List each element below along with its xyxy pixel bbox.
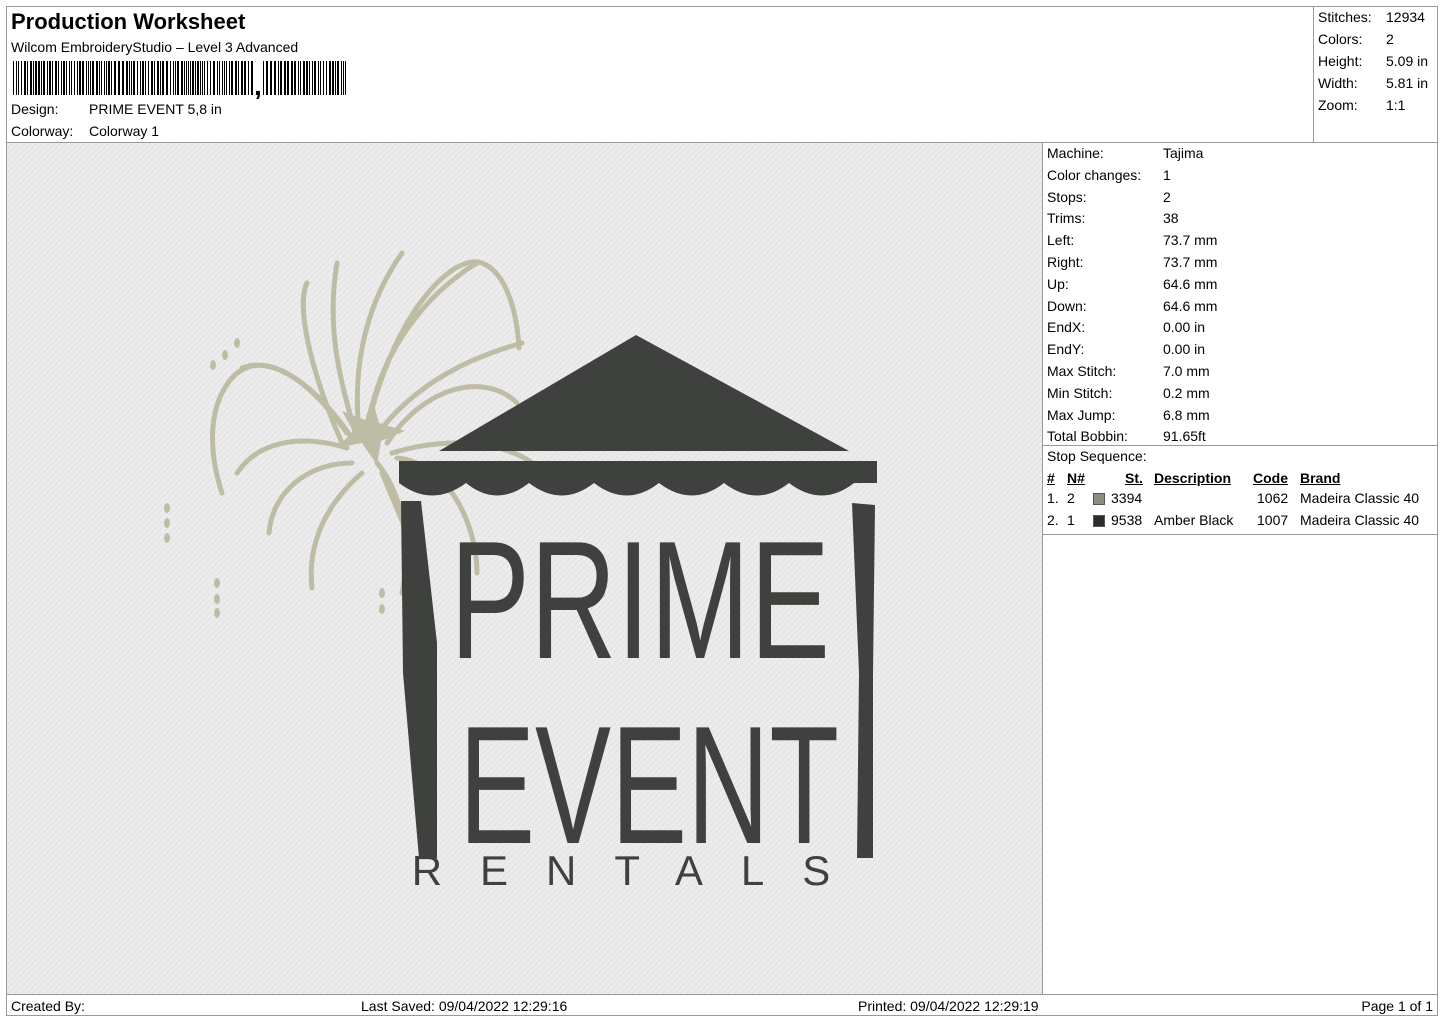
divider xyxy=(1043,534,1437,535)
needle-number: 1 xyxy=(1067,512,1075,528)
embroidery-design: PRIME EVENT RENTALS xyxy=(7,143,1042,994)
stat-label: Zoom: xyxy=(1318,97,1358,113)
thread-color-swatch xyxy=(1093,493,1105,505)
design-name: PRIME EVENT 5,8 in xyxy=(89,101,222,117)
design-preview: PRIME EVENT RENTALS xyxy=(7,143,1043,994)
info-label: Total Bobbin: xyxy=(1047,428,1128,445)
info-value: 2 xyxy=(1163,188,1171,205)
info-label: EndX: xyxy=(1047,319,1086,336)
info-value: 0.00 in xyxy=(1163,319,1206,336)
created-by: Created By: xyxy=(11,998,85,1014)
thread-color-swatch xyxy=(1093,515,1105,527)
column-header: Description xyxy=(1154,470,1232,486)
info-value: 7.0 mm xyxy=(1163,363,1210,379)
thread-description: Amber Black xyxy=(1154,512,1234,528)
row-number: 1. xyxy=(1047,490,1059,506)
column-header: Code xyxy=(1253,470,1288,486)
stats-panel: Stitches: 12934 Colors: 2 Height: 5.09 i… xyxy=(1314,7,1437,143)
colorway-label: Colorway: xyxy=(11,123,74,139)
stat-value: 1:1 xyxy=(1386,97,1406,113)
stop-sequence-title: Stop Sequence: xyxy=(1047,448,1147,464)
divider xyxy=(1043,445,1437,446)
info-label: Trims: xyxy=(1047,210,1086,227)
info-label: Color changes: xyxy=(1047,166,1142,183)
design-label: Design: xyxy=(11,101,59,117)
info-value: 0.00 in xyxy=(1163,341,1206,358)
stat-value: 5.81 in xyxy=(1386,75,1429,91)
stitch-count: 9538 xyxy=(1111,512,1143,528)
design-lettering: PRIME EVENT RENTALS xyxy=(412,506,869,894)
stat-value: 12934 xyxy=(1386,9,1425,25)
stitch-count: 3394 xyxy=(1111,490,1143,506)
column-header: N# xyxy=(1067,470,1085,486)
table-row: 2. 1 9538 Amber Black 1007 Madeira Class… xyxy=(1043,512,1437,532)
software-name: Wilcom EmbroideryStudio – Level 3 Advanc… xyxy=(11,39,299,55)
info-value: 64.6 mm xyxy=(1163,297,1218,314)
thread-code: 1062 xyxy=(1257,490,1289,506)
info-value: 38 xyxy=(1163,210,1179,227)
column-header: St. xyxy=(1125,470,1143,486)
info-label: Left: xyxy=(1047,232,1075,249)
info-label: Up: xyxy=(1047,275,1069,292)
stat-value: 2 xyxy=(1386,31,1394,47)
colorway-name: Colorway 1 xyxy=(89,123,160,139)
stat-label: Width: xyxy=(1318,75,1358,91)
info-value: Tajima xyxy=(1163,145,1204,161)
info-value: 73.7 mm xyxy=(1163,232,1218,249)
svg-text:,: , xyxy=(254,70,262,99)
barcode: , xyxy=(13,61,346,99)
thread-brand: Madeira Classic 40 xyxy=(1300,490,1420,506)
column-header: # xyxy=(1047,470,1055,486)
info-value: 1 xyxy=(1163,166,1171,183)
info-label: Machine: xyxy=(1047,145,1104,161)
printed-date: Printed: 09/04/2022 12:29:19 xyxy=(858,998,1039,1014)
table-row: 1. 2 3394 1062 Madeira Classic 40 xyxy=(1043,490,1437,510)
header-panel: Production Worksheet Wilcom EmbroiderySt… xyxy=(7,7,1314,143)
info-label: Right: xyxy=(1047,254,1084,270)
lettering-rentals: RENTALS xyxy=(412,847,869,894)
info-value: 73.7 mm xyxy=(1163,254,1218,270)
info-label: Max Stitch: xyxy=(1047,363,1117,379)
thread-code: 1007 xyxy=(1257,512,1289,528)
stat-value: 5.09 in xyxy=(1386,53,1429,69)
lettering-prime: PRIME xyxy=(450,506,830,694)
machine-info-panel: Machine: Tajima Color changes: 1 Stops: 2 Trim… xyxy=(1043,143,1437,994)
page-number: Page 1 of 1 xyxy=(1361,998,1433,1014)
info-value: 0.2 mm xyxy=(1163,384,1210,401)
worksheet-frame: Production Worksheet Wilcom EmbroiderySt… xyxy=(6,6,1438,1016)
stat-label: Stitches: xyxy=(1318,9,1372,25)
info-label: EndY: xyxy=(1047,341,1085,358)
stat-label: Height: xyxy=(1318,53,1363,69)
page-footer: Created By: Last Saved: 09/04/2022 12:29… xyxy=(7,994,1437,1016)
page-title: Production Worksheet xyxy=(11,9,246,34)
info-label: Down: xyxy=(1047,297,1087,314)
stat-label: Colors: xyxy=(1318,31,1363,47)
info-label: Min Stitch: xyxy=(1047,384,1113,401)
info-label: Stops: xyxy=(1047,188,1087,205)
info-value: 64.6 mm xyxy=(1163,275,1218,292)
info-value: 91.65ft xyxy=(1163,428,1206,445)
last-saved: Last Saved: 09/04/2022 12:29:16 xyxy=(361,998,568,1014)
info-label: Max Jump: xyxy=(1047,406,1116,423)
stop-sequence-header: # N# St. Description Code Brand xyxy=(1043,470,1437,490)
thread-brand: Madeira Classic 40 xyxy=(1300,512,1420,528)
column-header: Brand xyxy=(1300,470,1341,486)
row-number: 2. xyxy=(1047,512,1059,528)
info-value: 6.8 mm xyxy=(1163,406,1210,423)
needle-number: 2 xyxy=(1067,490,1075,506)
